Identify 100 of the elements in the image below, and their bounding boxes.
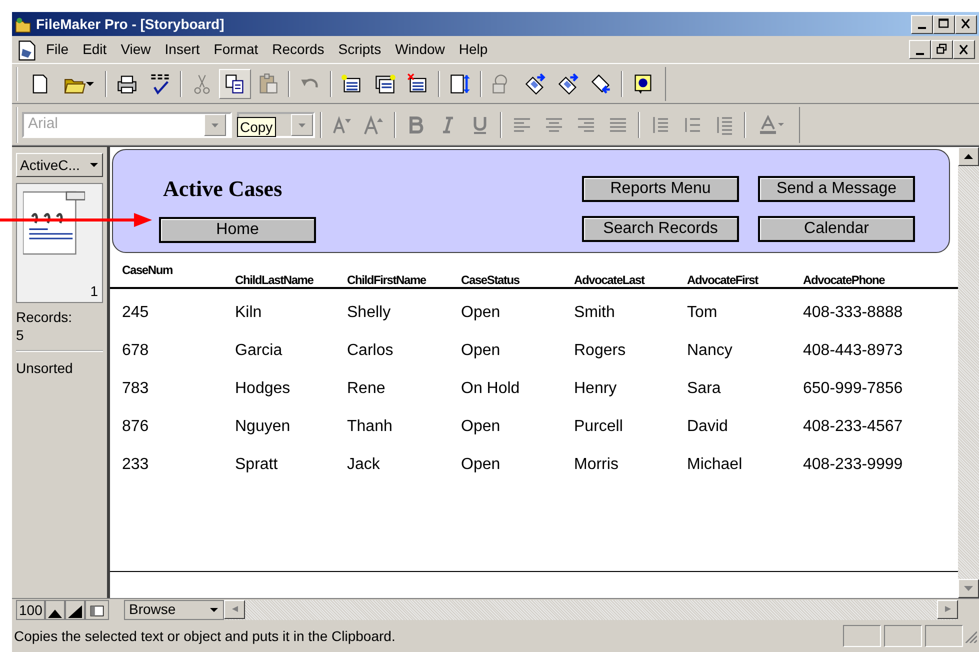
menu-item[interactable]: View (114, 37, 157, 62)
layout-menu[interactable]: ActiveC... (16, 153, 103, 177)
mountain-icon (68, 604, 82, 618)
table-cell-text: On Hold (461, 379, 521, 399)
scroll-left-button[interactable] (224, 600, 245, 618)
help-icon (632, 72, 654, 94)
table-cell-text: Kiln (235, 303, 263, 323)
table-cell-text: Rene (347, 379, 386, 399)
column-header: ChildFirstName (347, 272, 428, 287)
left-arrow-icon (232, 604, 238, 614)
table-cell-text: Sara (687, 379, 722, 399)
mode-menu[interactable]: Browse (124, 600, 224, 620)
minimize-icon (918, 27, 926, 29)
table-cell-text: Open (461, 417, 502, 437)
table-cell-text: Hodges (235, 379, 292, 399)
copy-button[interactable] (219, 68, 251, 98)
minimize-icon (916, 52, 924, 54)
status-pane (842, 625, 880, 647)
layout-button[interactable]: Reports Menu (582, 176, 739, 202)
column-header: CaseNum (122, 262, 174, 279)
duplicate-record-icon (374, 72, 396, 94)
larger-text-icon (364, 114, 384, 134)
table-cell-text: Nguyen (235, 417, 292, 437)
records-label: Records: (16, 309, 74, 326)
export-icon (557, 72, 579, 94)
table-cell-text: Jack (347, 455, 381, 475)
scroll-right-button[interactable] (937, 600, 958, 618)
menu-item[interactable]: Insert (158, 37, 206, 62)
table-cell-text: 876 (122, 417, 150, 437)
table-cell-text: 408-233-9999 (803, 455, 904, 475)
minimize-button[interactable] (911, 14, 933, 34)
layout-button[interactable]: Send a Message (758, 176, 915, 202)
scroll-down-button[interactable] (958, 579, 979, 598)
exchange-icon (590, 72, 612, 94)
table-cell-text: 408-443-8973 (803, 341, 904, 361)
panel-icon (88, 604, 106, 618)
down-arrow-icon (964, 586, 973, 591)
table-cell-text: 233 (122, 455, 150, 475)
table-cell-text: Open (461, 341, 502, 361)
caret-icon (86, 82, 94, 86)
document-icon (16, 38, 38, 60)
column-header: AdvocateLast (574, 272, 646, 287)
status-area-toggle[interactable] (85, 600, 110, 620)
caret-icon (89, 160, 99, 170)
table-cell-text: Carlos (347, 341, 394, 361)
records-count: 5 (16, 326, 25, 344)
table-cell-text: Thanh (347, 417, 394, 437)
restore-button[interactable] (931, 40, 953, 59)
window-title: FileMaker Pro - [Storyboard] (36, 14, 224, 34)
app-icon (14, 16, 32, 34)
menu-item[interactable]: Window (389, 37, 451, 62)
table-cell-text: 678 (122, 341, 150, 361)
spelling-icon (149, 72, 171, 94)
table-cell-text: 783 (122, 379, 150, 399)
table-cell-text: David (687, 417, 729, 437)
table-cell-text: Rogers (574, 341, 627, 361)
menu-item[interactable]: Records (266, 37, 330, 62)
zoom-in-button[interactable] (65, 600, 86, 620)
dropdown-button[interactable] (291, 114, 314, 136)
table-cell-text: 408-233-4567 (803, 417, 904, 437)
status-pane (925, 625, 963, 647)
table-cell-text: Purcell (574, 417, 624, 437)
menu-item[interactable]: Help (452, 37, 494, 62)
menu-item[interactable]: Edit (76, 37, 113, 62)
clipboard-icon (257, 72, 279, 94)
caret-icon (778, 123, 784, 126)
table-cell-text: 245 (122, 303, 150, 323)
table-cell-text: Morris (574, 455, 620, 475)
column-header: ChildLastName (235, 272, 314, 287)
table-cell-text: Garcia (235, 341, 284, 361)
import-icon (524, 72, 546, 94)
column-header: AdvocateFirst (687, 272, 760, 287)
close-button[interactable] (955, 14, 977, 34)
delete-record-icon (407, 72, 429, 94)
layout-button[interactable]: Search Records (582, 216, 739, 242)
sort-status: Unsorted (16, 359, 74, 378)
status-pane (884, 625, 922, 647)
layout-button[interactable]: Calendar (758, 216, 915, 242)
table-cell-text: 408-333-8888 (803, 303, 904, 323)
copy-icon (224, 72, 246, 94)
menu-item[interactable]: Scripts (332, 37, 388, 62)
minimize-button[interactable] (909, 40, 931, 59)
up-arrow-icon (964, 154, 973, 159)
maximize-button[interactable] (933, 14, 955, 34)
page-number: 1 (90, 282, 98, 301)
column-header: CaseStatus (461, 272, 520, 287)
column-header: AdvocatePhone (803, 272, 886, 287)
scroll-up-button[interactable] (958, 147, 979, 166)
new-record-icon (341, 72, 363, 94)
menu-item[interactable]: File (40, 37, 75, 62)
zoom-out-button[interactable] (45, 600, 66, 620)
sort-icon (449, 72, 471, 94)
right-arrow-icon (944, 604, 950, 614)
close-button[interactable] (953, 40, 975, 59)
menu-item[interactable]: Format (208, 37, 264, 62)
resize-grip-icon (963, 629, 977, 643)
table-cell-text: Shelly (347, 303, 392, 323)
status-message: Copies the selected text or object and puts it in the Clipboard. (14, 626, 396, 646)
layout-button[interactable]: Home (159, 217, 316, 243)
table-cell-text: Michael (687, 455, 744, 475)
